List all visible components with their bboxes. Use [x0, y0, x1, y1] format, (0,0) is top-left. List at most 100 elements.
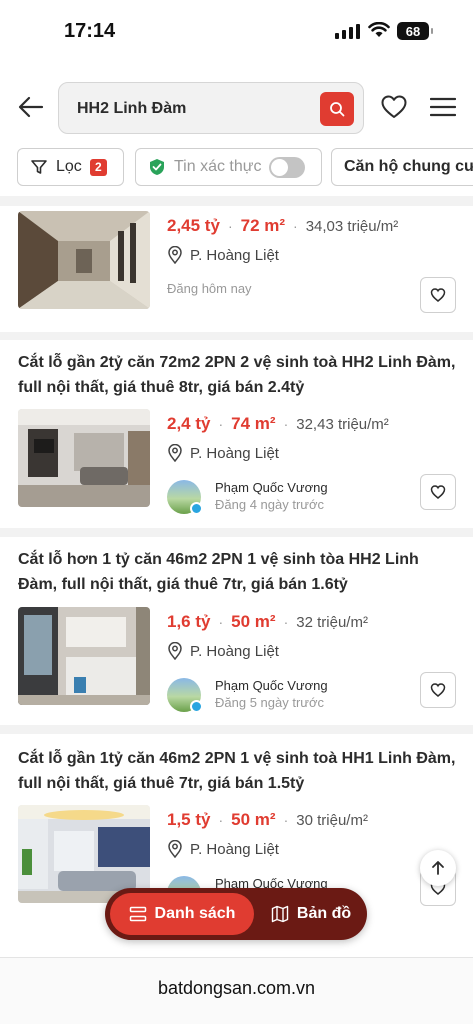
listing-location: P. Hoàng Liệt [190, 444, 279, 462]
property-type-filter[interactable]: Căn hộ chung cư [331, 148, 473, 186]
divider [0, 725, 473, 734]
map-icon [271, 905, 289, 923]
arrow-up-icon [432, 861, 444, 875]
search-icon [330, 102, 345, 117]
price-row: 2,45 tỷ · 72 m² · 34,03 triệu/m² [167, 213, 457, 239]
listing-info: 2,45 tỷ · 72 m² · 34,03 triệu/m² P. Hoàn… [167, 213, 457, 296]
listing-info: 1,6 tỷ · 50 m² · 32 triệu/m² P. Hoàng Li… [167, 609, 457, 719]
search-query: HH2 Linh Đàm [77, 100, 187, 117]
listing-photo[interactable] [18, 607, 150, 705]
save-listing-button[interactable] [420, 277, 456, 313]
listing-card[interactable]: Cắt lỗ gần 2tỷ căn 72m2 2PN 2 vệ sinh to… [0, 340, 473, 528]
verified-switch[interactable] [269, 157, 305, 178]
cellular-signal-icon [335, 24, 360, 39]
agent-name: Phạm Quốc Vương [215, 480, 328, 495]
separator-dot: · [218, 416, 224, 432]
separator-dot: · [227, 218, 233, 234]
filter-button[interactable]: Lọc 2 [17, 148, 124, 186]
verified-shield-icon [150, 159, 164, 175]
divider [0, 196, 473, 206]
separator-dot: · [293, 218, 298, 234]
tab-map-view[interactable]: Bản đồ [259, 893, 363, 935]
save-listing-button[interactable] [420, 672, 456, 708]
listing-info: 2,4 tỷ · 74 m² · 32,43 triệu/m² P. Hoàng… [167, 411, 457, 521]
listing-price: 1,5 tỷ [167, 810, 211, 829]
status-bar: 17:14 68 [0, 0, 473, 62]
list-icon [129, 906, 146, 922]
menu-hamburger-icon[interactable] [430, 96, 456, 118]
agent-name: Phạm Quốc Vương [215, 678, 328, 693]
heart-icon [430, 683, 446, 697]
listing-title[interactable]: Cắt lỗ gần 1tỷ căn 46m2 2PN 1 vệ sinh to… [18, 746, 458, 796]
corridor-photo [18, 211, 150, 309]
agent-info[interactable]: Phạm Quốc Vương Đăng 5 ngày trước [167, 676, 417, 716]
location-row: P. Hoàng Liệt [167, 444, 457, 462]
wifi-icon [368, 22, 390, 37]
location-row: P. Hoàng Liệt [167, 246, 457, 264]
price-per-m2: 32,43 triệu/m² [296, 415, 389, 433]
location-pin-icon [168, 246, 182, 264]
listing-title[interactable]: Cắt lỗ hơn 1 tỷ căn 46m2 2PN 1 vệ sinh t… [18, 547, 458, 597]
listing-price: 2,45 tỷ [167, 216, 220, 235]
back-arrow-icon[interactable] [16, 92, 46, 122]
listing-area: 50 m² [231, 810, 276, 829]
price-row: 2,4 tỷ · 74 m² · 32,43 triệu/m² [167, 411, 457, 437]
listing-photo[interactable] [18, 211, 150, 309]
tab-map-label: Bản đồ [296, 905, 352, 922]
location-pin-icon [168, 444, 182, 462]
search-input[interactable]: HH2 Linh Đàm [58, 82, 364, 134]
filter-label: Lọc [56, 158, 82, 175]
listing-location: P. Hoàng Liệt [190, 246, 279, 264]
verified-agent-badge-icon [190, 700, 203, 713]
location-row: P. Hoàng Liệt [167, 840, 457, 858]
price-row: 1,6 tỷ · 50 m² · 32 triệu/m² [167, 609, 457, 635]
divider [0, 332, 473, 340]
save-listing-button[interactable] [420, 474, 456, 510]
listing-card[interactable]: 2,45 tỷ · 72 m² · 34,03 triệu/m² P. Hoàn… [0, 206, 473, 332]
scroll-to-top-button[interactable] [420, 850, 456, 886]
separator-dot: · [283, 416, 289, 432]
listing-location: P. Hoàng Liệt [190, 642, 279, 660]
posted-time: Đăng 4 ngày trước [215, 497, 325, 512]
status-time: 17:14 [64, 20, 116, 42]
app-screen: 17:14 68 HH2 Linh Đàm Lọc 2 Tin xác thực… [0, 0, 473, 1024]
price-row: 1,5 tỷ · 50 m² · 30 triệu/m² [167, 807, 457, 833]
agent-info[interactable]: Phạm Quốc Vương Đăng 4 ngày trước [167, 478, 417, 518]
location-pin-icon [168, 642, 182, 660]
filter-count-badge: 2 [89, 158, 107, 176]
divider [0, 528, 473, 537]
verified-listings-toggle[interactable]: Tin xác thực [135, 148, 322, 186]
posted-time: Đăng hôm nay [167, 281, 252, 296]
listing-area: 50 m² [231, 612, 276, 631]
price-per-m2: 34,03 triệu/m² [305, 217, 399, 235]
price-per-m2: 30 triệu/m² [296, 811, 368, 829]
posted-time: Đăng 5 ngày trước [215, 695, 325, 710]
listing-card[interactable]: Cắt lỗ hơn 1 tỷ căn 46m2 2PN 1 vệ sinh t… [0, 537, 473, 725]
kitchen-photo [18, 607, 150, 705]
view-switcher: Danh sách Bản đồ [105, 888, 367, 940]
listing-area: 74 m² [231, 414, 276, 433]
heart-icon [430, 288, 446, 302]
heart-icon [430, 485, 446, 499]
separator-dot: · [283, 614, 289, 630]
battery-icon: 68 [397, 22, 433, 40]
listing-photo[interactable] [18, 409, 150, 507]
listing-price: 1,6 tỷ [167, 612, 211, 631]
location-row: P. Hoàng Liệt [167, 642, 457, 660]
separator-dot: · [218, 614, 224, 630]
tab-list-view[interactable]: Danh sách [110, 893, 254, 935]
browser-address-bar[interactable]: batdongsan.com.vn [0, 957, 473, 1024]
funnel-icon [31, 160, 47, 174]
verified-label: Tin xác thực [174, 158, 262, 175]
living-room-photo [18, 409, 150, 507]
listing-title[interactable]: Cắt lỗ gần 2tỷ căn 72m2 2PN 2 vệ sinh to… [18, 350, 458, 400]
favorites-heart-icon[interactable] [380, 93, 408, 121]
separator-dot: · [283, 812, 289, 828]
separator-dot: · [218, 812, 224, 828]
search-button[interactable] [320, 92, 354, 126]
listing-price: 2,4 tỷ [167, 414, 211, 433]
listing-area: 72 m² [240, 216, 286, 235]
filter-bar: Lọc 2 Tin xác thực Căn hộ chung cư [0, 148, 473, 188]
url-text: batdongsan.com.vn [157, 978, 316, 998]
verified-agent-badge-icon [190, 502, 203, 515]
